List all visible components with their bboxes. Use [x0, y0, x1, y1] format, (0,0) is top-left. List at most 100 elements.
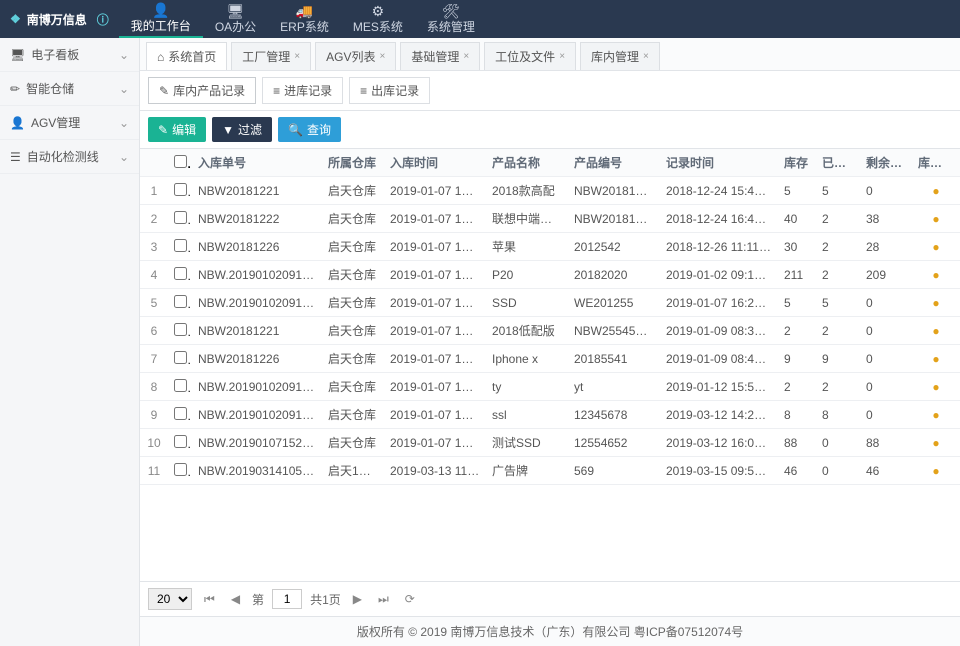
cell-pname: 苹果: [486, 233, 568, 261]
subtab-icon: ≡: [360, 84, 367, 98]
pager-next-icon[interactable]: ▶: [349, 592, 366, 606]
col-header: 库存: [778, 149, 816, 177]
side-icon: 👤: [10, 116, 25, 130]
row-checkbox[interactable]: [174, 323, 187, 336]
pager-first-icon[interactable]: ⏮: [200, 592, 219, 607]
page-size-select[interactable]: 20: [148, 588, 192, 610]
leaf-icon: ❖: [10, 12, 21, 26]
query-button[interactable]: 🔍查询: [278, 117, 341, 142]
page-input[interactable]: [272, 589, 302, 609]
table-row[interactable]: 10NBW.20190107152359启天仓库2019-01-07 18:00…: [140, 429, 960, 457]
row-checkbox[interactable]: [174, 183, 187, 196]
side-label: AGV管理: [31, 114, 80, 131]
table-row[interactable]: 8NBW.20190102091227启天仓库2019-01-07 18:00t…: [140, 373, 960, 401]
table-row[interactable]: 9NBW.20190102091227启天仓库2019-01-07 18:00s…: [140, 401, 960, 429]
row-index: 2: [140, 205, 168, 233]
table-row[interactable]: 5NBW.20190102091227启天仓库2019-01-07 18:00S…: [140, 289, 960, 317]
side-icon: ✏: [10, 82, 20, 96]
row-checkbox[interactable]: [174, 211, 187, 224]
cell-rtime: 2018-12-24 16:46:17: [660, 205, 778, 233]
col-header: 产品名称: [486, 149, 568, 177]
sidebar-item[interactable]: 🖥电子看板⌄: [0, 38, 139, 72]
tab[interactable]: 工厂管理 ×: [231, 42, 311, 70]
close-icon[interactable]: ×: [559, 51, 565, 62]
brand: ❖ 南博万信息 ⓘ: [0, 11, 119, 28]
cell-pcode: 569: [568, 457, 660, 485]
close-icon[interactable]: ×: [463, 51, 469, 62]
table-row[interactable]: 2NBW20181222启天仓库2019-01-07 18:00联想中端服务器N…: [140, 205, 960, 233]
topnav-item[interactable]: 🛠系统管理: [415, 0, 487, 38]
table-row[interactable]: 3NBW20181226启天仓库2019-01-07 18:00苹果201254…: [140, 233, 960, 261]
row-index: 8: [140, 373, 168, 401]
close-icon[interactable]: ×: [294, 51, 300, 62]
row-checkbox[interactable]: [174, 239, 187, 252]
sidebar-item[interactable]: 👤AGV管理⌄: [0, 106, 139, 140]
subtab[interactable]: ≡出库记录: [349, 77, 430, 104]
edit-button[interactable]: ✎编辑: [148, 117, 206, 142]
filter-button[interactable]: ▼过滤: [212, 117, 272, 142]
alarm-dot-icon: ●: [912, 373, 960, 401]
close-icon[interactable]: ×: [643, 51, 649, 62]
row-index: 7: [140, 345, 168, 373]
cell-out: 2: [816, 233, 860, 261]
alarm-dot-icon: ●: [912, 345, 960, 373]
cell-out: 2: [816, 205, 860, 233]
search-icon: 🔍: [288, 123, 303, 137]
alarm-dot-icon: ●: [912, 429, 960, 457]
cell-intime: 2019-01-07 18:00: [384, 289, 486, 317]
info-icon[interactable]: ⓘ: [97, 11, 109, 28]
cell-rtime: 2019-01-09 08:33:38: [660, 317, 778, 345]
pager-last-icon[interactable]: ⏭: [374, 592, 393, 607]
subtabs-bar: ✎库内产品记录≡进库记录≡出库记录: [140, 71, 960, 111]
row-index: 5: [140, 289, 168, 317]
table-row[interactable]: 7NBW20181226启天仓库2019-01-07 18:00Iphone x…: [140, 345, 960, 373]
sidebar-item[interactable]: ✏智能仓储⌄: [0, 72, 139, 106]
cell-out: 2: [816, 373, 860, 401]
sidebar-item[interactable]: ☰自动化检测线⌄: [0, 140, 139, 174]
cell-intime: 2019-01-07 18:00: [384, 429, 486, 457]
row-index: 9: [140, 401, 168, 429]
subtab[interactable]: ✎库内产品记录: [148, 77, 256, 104]
pager-prev-icon[interactable]: ◀: [227, 592, 244, 606]
side-label: 智能仓储: [26, 80, 74, 97]
table-wrap[interactable]: 入库单号所属仓库入库时间产品名称产品编号记录时间库存已出库剩余库存库存报警 1N…: [140, 148, 960, 581]
row-checkbox[interactable]: [174, 267, 187, 280]
side-icon: 🖥: [10, 48, 25, 62]
table-row[interactable]: 11NBW.20190314105925启天1仓库2019-03-13 11:0…: [140, 457, 960, 485]
close-icon[interactable]: ×: [379, 51, 385, 62]
table-row[interactable]: 1NBW20181221启天仓库2019-01-07 18:002018款高配N…: [140, 177, 960, 205]
subtab-label: 库内产品记录: [173, 82, 245, 99]
table-row[interactable]: 4NBW.20190102091227启天仓库2019-01-07 18:00P…: [140, 261, 960, 289]
tab[interactable]: 库内管理 ×: [580, 42, 660, 70]
chevron-down-icon: ⌄: [119, 150, 129, 164]
tab[interactable]: AGV列表 ×: [315, 42, 396, 70]
topbar: ❖ 南博万信息 ⓘ 👤我的工作台🖥OA办公🚚ERP系统⚙MES系统🛠系统管理: [0, 0, 960, 38]
row-checkbox[interactable]: [174, 351, 187, 364]
tab[interactable]: ⌂系统首页: [146, 42, 227, 70]
row-checkbox[interactable]: [174, 379, 187, 392]
cell-remain: 209: [860, 261, 912, 289]
cell-pcode: yt: [568, 373, 660, 401]
tab[interactable]: 基础管理 ×: [400, 42, 480, 70]
topnav-item[interactable]: 🚚ERP系统: [268, 0, 341, 38]
subtab[interactable]: ≡进库记录: [262, 77, 343, 104]
cell-intime: 2019-01-07 18:00: [384, 401, 486, 429]
row-checkbox[interactable]: [174, 435, 187, 448]
table-row[interactable]: 6NBW20181221启天仓库2019-01-07 18:002018低配版N…: [140, 317, 960, 345]
col-header: 库存报警: [912, 149, 960, 177]
pager-refresh-icon[interactable]: ⟳: [401, 592, 419, 606]
cell-out: 0: [816, 457, 860, 485]
row-checkbox[interactable]: [174, 295, 187, 308]
tab-label: 工位及文件: [495, 48, 555, 65]
row-checkbox[interactable]: [174, 407, 187, 420]
select-all-checkbox[interactable]: [174, 155, 187, 168]
cell-wh: 启天仓库: [322, 261, 384, 289]
row-checkbox[interactable]: [174, 463, 187, 476]
topnav-item[interactable]: 👤我的工作台: [119, 0, 203, 38]
topnav-item[interactable]: 🖥OA办公: [203, 0, 268, 38]
page-label: 第: [252, 591, 264, 608]
topnav-item[interactable]: ⚙MES系统: [341, 0, 415, 38]
cell-stock: 5: [778, 177, 816, 205]
cell-remain: 0: [860, 317, 912, 345]
tab[interactable]: 工位及文件 ×: [484, 42, 576, 70]
